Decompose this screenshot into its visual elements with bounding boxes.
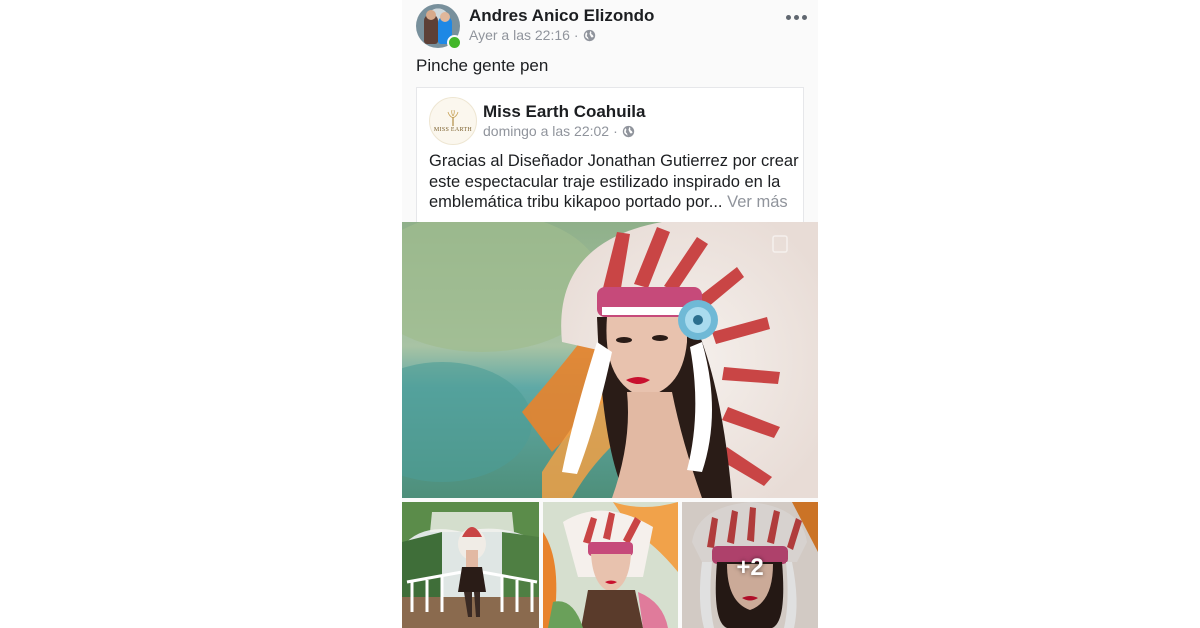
feathers-photo-image <box>543 502 678 628</box>
shared-post-text: Gracias al Diseñador Jonathan Gutierrez … <box>429 151 799 213</box>
shared-text-line: este espectacular traje estilizado inspi… <box>429 172 781 191</box>
shared-post-card[interactable]: MISS EARTH Miss Earth Coahuila domingo a… <box>416 87 804 227</box>
tree-logo-icon <box>447 109 459 126</box>
bridge-photo-image <box>402 502 539 628</box>
globe-icon[interactable] <box>622 125 635 138</box>
facebook-post: Andres Anico Elizondo Ayer a las 22:16 ·… <box>402 0 818 628</box>
thumbnail-photo-1[interactable] <box>402 502 539 628</box>
globe-icon[interactable] <box>583 29 596 42</box>
shared-post-meta: domingo a las 22:02 · <box>483 123 635 139</box>
post-timestamp[interactable]: Ayer a las 22:16 <box>469 27 570 43</box>
thumbnail-photo-3[interactable]: +2 <box>682 502 818 628</box>
logo-text: MISS EARTH <box>433 126 473 133</box>
author-name[interactable]: Andres Anico Elizondo <box>469 6 654 26</box>
online-status-dot <box>447 35 462 50</box>
meta-separator: · <box>573 27 579 43</box>
more-photos-count[interactable]: +2 <box>682 554 818 582</box>
main-photo[interactable] <box>402 222 818 498</box>
page-logo[interactable]: MISS EARTH <box>429 97 477 145</box>
meta-separator: · <box>613 123 618 139</box>
shared-text-line-last: emblemática tribu kikapoo portado por...… <box>429 192 797 213</box>
more-options-icon[interactable] <box>780 8 812 26</box>
shared-text-line: Gracias al Diseñador Jonathan Gutierrez … <box>429 152 799 170</box>
shared-page-name[interactable]: Miss Earth Coahuila <box>483 102 645 122</box>
thumbnail-photo-2[interactable] <box>543 502 678 628</box>
watermark-icon <box>772 235 788 253</box>
post-meta: Ayer a las 22:16 · <box>469 27 596 43</box>
see-more-link[interactable]: Ver más <box>727 193 788 211</box>
headdress-portrait-image <box>402 222 818 498</box>
shared-timestamp[interactable]: domingo a las 22:02 <box>483 123 609 139</box>
post-text: Pinche gente pen <box>416 56 549 75</box>
shared-text-line: emblemática tribu kikapoo portado por... <box>429 193 723 211</box>
